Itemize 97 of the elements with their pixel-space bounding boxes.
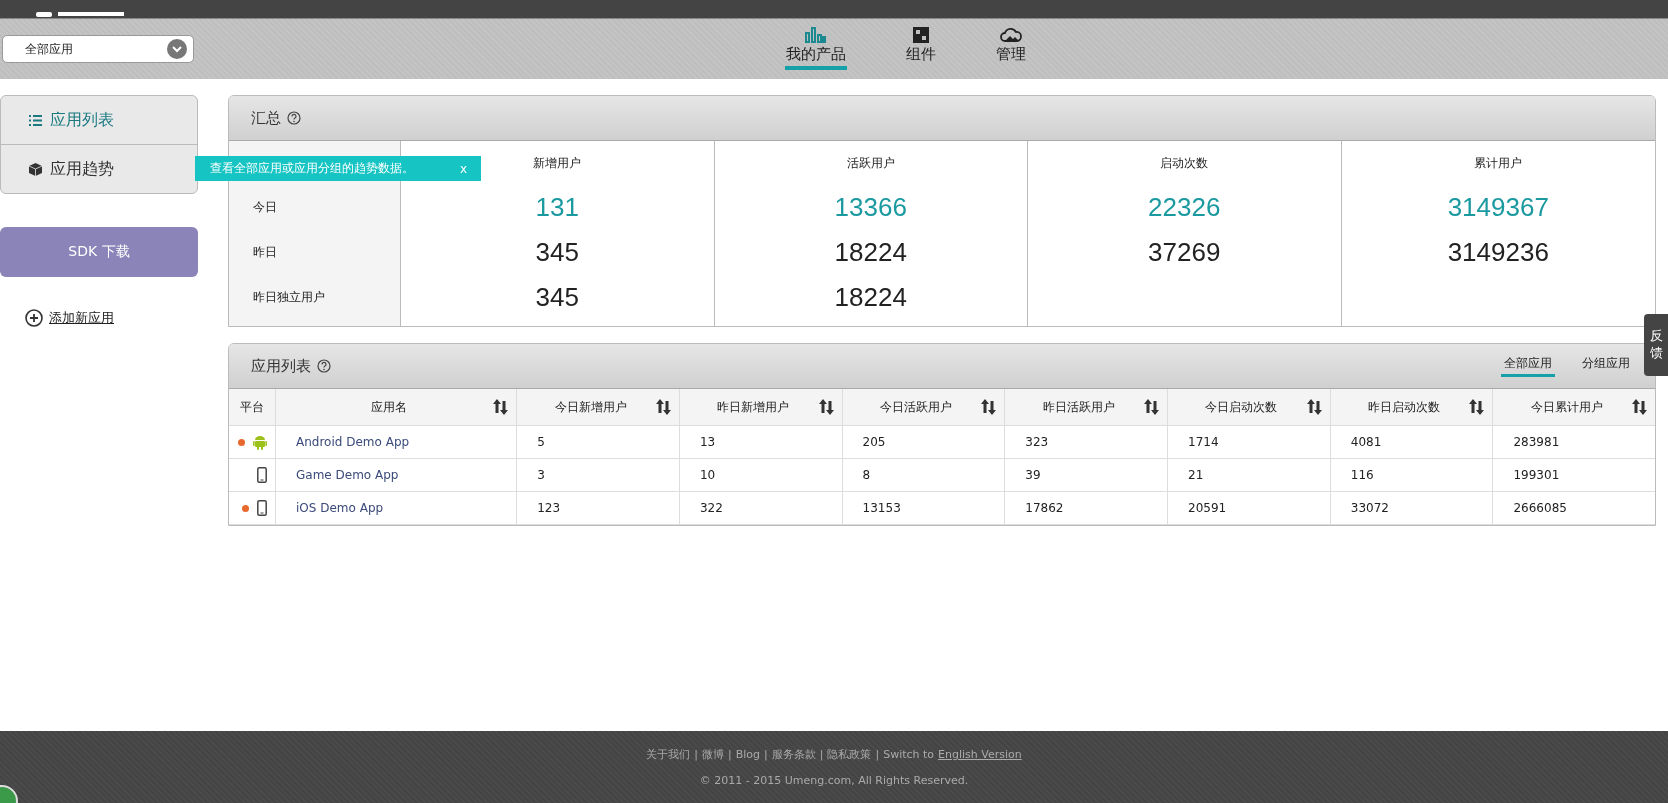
row-label: 昨日独立用户 [252,289,326,306]
table-cell: 199301 [1492,458,1655,492]
sort-icon[interactable] [493,399,509,415]
sort-icon[interactable] [1632,399,1647,415]
table-cell: 20591 [1167,491,1331,525]
separator: | [694,748,698,761]
table-cell: 1714 [1167,425,1331,459]
app-name-link[interactable]: iOS Demo App [296,501,384,515]
tooltip-text: 查看全部应用或应用分组的趋势数据。 [210,160,414,177]
footer-link[interactable]: 隐私政策 [827,747,872,762]
column-header[interactable]: 昨日新增用户 [679,389,843,426]
panel-title: 汇总 [251,108,281,128]
column-header[interactable]: 今日新增用户 [516,389,680,426]
metric-value: 18224 [834,236,907,269]
nav-tab[interactable]: 组件 [905,27,937,70]
sort-icon[interactable] [1469,399,1485,415]
menu-label: 应用趋势 [50,158,114,180]
footer-text: Switch to [883,748,935,761]
separator: | [764,748,768,761]
copyright-text: © 2011 - 2015 Umeng.com, All Rights Reserved. [699,774,969,787]
metric-value: 3149236 [1447,236,1549,269]
table-cell: 4081 [1330,425,1493,459]
column-header: 平台 [229,389,276,426]
footer-link[interactable]: Blog [735,748,760,761]
metric-value: 37269 [1148,236,1221,269]
nav-tab[interactable]: 管理 [995,27,1027,70]
metric-title: 新增用户 [533,154,582,172]
metric-value: 18224 [834,281,907,314]
footer-link[interactable]: 关于我们 [646,747,691,762]
separator: | [875,748,880,761]
sort-icon[interactable] [1306,399,1322,415]
filter-tab[interactable]: 全部应用 [1501,355,1555,377]
chevron-down-icon [167,39,187,59]
table-cell: 205 [842,425,1005,459]
blocks-icon [913,27,929,43]
panel-title: 应用列表 [251,356,311,376]
metric-value: 345 [535,281,579,314]
android-icon [253,434,267,450]
filter-tab[interactable]: 分组应用 [1579,355,1633,377]
table-cell: 13153 [842,491,1005,525]
app-name-link[interactable]: Game Demo App [296,468,399,482]
column-header[interactable]: 今日累计用户 [1492,389,1655,426]
help-icon[interactable] [317,359,331,373]
side-menu-item[interactable]: 应用列表 [1,96,197,144]
column-header[interactable]: 昨日启动次数 [1330,389,1493,426]
metric-value: 22326 [1148,191,1221,224]
footer-link[interactable]: English Version [938,748,1022,761]
bar-chart-icon [805,27,827,43]
app-name-link[interactable]: Android Demo App [296,435,410,449]
metric-title: 启动次数 [1160,154,1209,172]
table-cell: 283981 [1492,425,1655,459]
row-label: 今日 [252,199,278,216]
metric-value: 345 [535,236,579,269]
metric-value: 13366 [834,191,907,224]
cube-icon [29,162,42,176]
table-cell: 323 [1004,425,1168,459]
phone-icon [257,467,267,483]
table-cell: 10 [679,458,843,492]
feedback-tab[interactable]: 反 馈 [1644,314,1668,376]
cloud-icon [1000,27,1022,43]
column-header[interactable]: 今日活跃用户 [842,389,1005,426]
sort-icon[interactable] [818,399,834,415]
metric-value: 131 [535,191,579,224]
table-cell: 17862 [1004,491,1168,525]
footer-link[interactable]: 服务条款 [771,747,816,762]
plus-circle-icon [25,309,43,327]
phone-icon [257,500,267,516]
metric-value: 3149367 [1447,191,1549,224]
metric-title: 活跃用户 [846,154,895,172]
sort-icon[interactable] [981,399,997,415]
separator: | [727,748,732,761]
table-cell: 8 [842,458,1005,492]
table-cell: 116 [1330,458,1493,492]
add-app-link[interactable]: 添加新应用 [25,309,198,327]
nav-tab[interactable]: 我的产品 [785,27,847,70]
table-cell: 13 [679,425,843,459]
column-header[interactable]: 应用名 [275,389,517,426]
help-icon[interactable] [287,111,301,125]
sort-icon[interactable] [655,399,671,415]
sort-icon[interactable] [1144,399,1160,415]
table-cell: 33072 [1330,491,1493,525]
separator: | [819,748,824,761]
table-cell: 21 [1167,458,1331,492]
column-header[interactable]: 昨日活跃用户 [1004,389,1168,426]
row-label: 昨日 [252,244,278,261]
metric-title: 累计用户 [1474,154,1523,172]
list-icon [29,114,42,126]
footer-link[interactable]: 微博 [701,747,724,762]
table-cell: 2666085 [1492,491,1655,525]
app-select[interactable]: 全部应用 [2,35,194,63]
menu-label: 应用列表 [50,109,114,131]
table-cell: 322 [679,491,843,525]
table-cell: 39 [1004,458,1168,492]
table-cell: 5 [516,425,680,459]
column-header[interactable]: 今日启动次数 [1167,389,1331,426]
table-cell: 123 [516,491,680,525]
table-cell: 3 [516,458,680,492]
